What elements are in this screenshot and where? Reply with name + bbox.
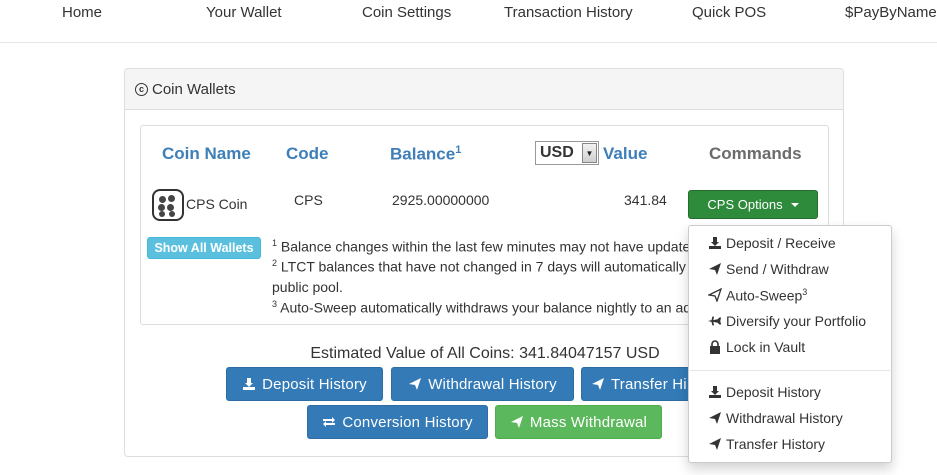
footnote-3: 3 Auto-Sweep automatically withdraws you… xyxy=(272,299,691,316)
menu-diversify-label: Diversify your Portfolio xyxy=(726,313,867,329)
mass-withdrawal-label: Mass Withdrawal xyxy=(529,413,648,431)
coin-value-cell: 341.84 xyxy=(624,192,667,208)
conversion-history-label: Conversion History xyxy=(342,413,473,431)
footnote-3-text: Auto-Sweep automatically withdraws your … xyxy=(280,299,692,316)
exchange-icon xyxy=(323,417,336,427)
paper-plane-icon xyxy=(510,416,523,428)
menu-deposit-history-label: Deposit History xyxy=(726,384,821,400)
withdrawal-history-button[interactable]: Withdrawal History xyxy=(391,367,574,401)
footnote-1-mark: 1 xyxy=(272,238,278,248)
coin-code-cell: CPS xyxy=(294,192,323,208)
nav-transaction-history[interactable]: Transaction History xyxy=(504,4,633,21)
menu-auto-sweep-label: Auto-Sweep3 xyxy=(726,287,807,304)
cps-coin-logo-icon xyxy=(152,189,184,221)
paper-plane-icon xyxy=(592,378,604,390)
header-code[interactable]: Code xyxy=(286,144,329,164)
menu-divider xyxy=(690,370,890,371)
panel-title: c Coin Wallets xyxy=(135,81,236,98)
paper-plane-outline-icon xyxy=(708,288,722,303)
cps-options-menu: Deposit / Receive Send / Withdraw Auto-S… xyxy=(688,225,892,463)
panel-heading: c Coin Wallets xyxy=(125,69,843,110)
nav-home[interactable]: Home xyxy=(62,4,102,21)
panel-title-text: Coin Wallets xyxy=(152,81,236,98)
menu-diversify[interactable]: Diversify your Portfolio xyxy=(708,313,866,329)
footnote-2-cont-text: public pool. xyxy=(272,279,343,295)
menu-withdrawal-history-label: Withdrawal History xyxy=(726,410,843,426)
menu-deposit-receive-label: Deposit / Receive xyxy=(726,235,836,251)
withdrawal-history-label: Withdrawal History xyxy=(428,375,557,393)
menu-send-withdraw-label: Send / Withdraw xyxy=(726,261,829,277)
download-icon xyxy=(709,237,721,249)
menu-deposit-history[interactable]: Deposit History xyxy=(708,384,821,400)
menu-lock-vault-label: Lock in Vault xyxy=(726,339,806,355)
menu-deposit-receive[interactable]: Deposit / Receive xyxy=(708,235,836,251)
header-balance-label: Balance xyxy=(390,144,456,164)
top-nav: Home Your Wallet Coin Settings Transacti… xyxy=(0,0,937,43)
paper-plane-icon xyxy=(409,378,422,390)
currency-select[interactable]: USD ▼ xyxy=(535,141,599,165)
download-icon xyxy=(709,386,721,398)
plane-icon xyxy=(708,316,722,326)
menu-lock-vault[interactable]: Lock in Vault xyxy=(708,339,805,355)
header-coin-name[interactable]: Coin Name xyxy=(162,144,251,164)
header-commands: Commands xyxy=(709,144,802,163)
nav-quick-pos[interactable]: Quick POS xyxy=(692,4,766,21)
footnote-2-cont: public pool. xyxy=(272,279,343,295)
deposit-history-label: Deposit History xyxy=(262,375,367,393)
paper-plane-icon xyxy=(709,263,721,275)
show-all-wallets-button[interactable]: Show All Wallets xyxy=(147,237,261,259)
menu-send-withdraw[interactable]: Send / Withdraw xyxy=(708,261,829,277)
coin-name-cell: CPS Coin xyxy=(186,196,248,212)
transfer-history-label: Transfer Hi xyxy=(611,375,687,393)
chevron-down-icon: ▼ xyxy=(582,143,597,163)
cps-options-button[interactable]: CPS Options xyxy=(688,190,818,219)
footnote-2: 2 LTCT balances that have not changed in… xyxy=(272,258,705,275)
menu-transfer-history-label: Transfer History xyxy=(726,436,826,452)
menu-withdrawal-history[interactable]: Withdrawal History xyxy=(708,410,843,426)
cps-options-label: CPS Options xyxy=(707,197,783,212)
header-value[interactable]: Value xyxy=(603,144,647,164)
menu-auto-sweep[interactable]: Auto-Sweep3 xyxy=(708,287,807,304)
caret-down-icon xyxy=(790,202,799,207)
mass-withdrawal-button[interactable]: Mass Withdrawal xyxy=(495,405,662,439)
menu-auto-sweep-footnote: 3 xyxy=(802,287,808,297)
lock-icon xyxy=(710,340,720,354)
nav-your-wallet[interactable]: Your Wallet xyxy=(206,4,282,21)
footnote-3-mark: 3 xyxy=(272,299,278,309)
footnote-1-text: Balance changes within the last few minu… xyxy=(280,238,699,255)
nav-paybyname[interactable]: $PayByName xyxy=(845,4,937,21)
footnote-2-mark: 2 xyxy=(272,258,278,268)
deposit-history-button[interactable]: Deposit History xyxy=(226,367,383,401)
menu-transfer-history[interactable]: Transfer History xyxy=(708,436,825,452)
coin-balance-cell: 2925.00000000 xyxy=(392,192,490,208)
header-balance-footnote: 1 xyxy=(455,144,462,156)
header-balance[interactable]: Balance1 xyxy=(390,144,461,165)
paper-plane-icon xyxy=(709,412,721,424)
conversion-history-button[interactable]: Conversion History xyxy=(307,405,488,439)
footnote-1: 1 Balance changes within the last few mi… xyxy=(272,238,698,255)
download-icon xyxy=(243,378,256,390)
nav-coin-settings[interactable]: Coin Settings xyxy=(362,4,451,21)
footnote-2-text: LTCT balances that have not changed in 7… xyxy=(280,258,706,275)
coin-icon: c xyxy=(135,83,148,96)
menu-auto-sweep-text: Auto-Sweep xyxy=(726,287,803,304)
currency-select-value: USD xyxy=(540,144,574,161)
paper-plane-icon xyxy=(709,438,721,450)
